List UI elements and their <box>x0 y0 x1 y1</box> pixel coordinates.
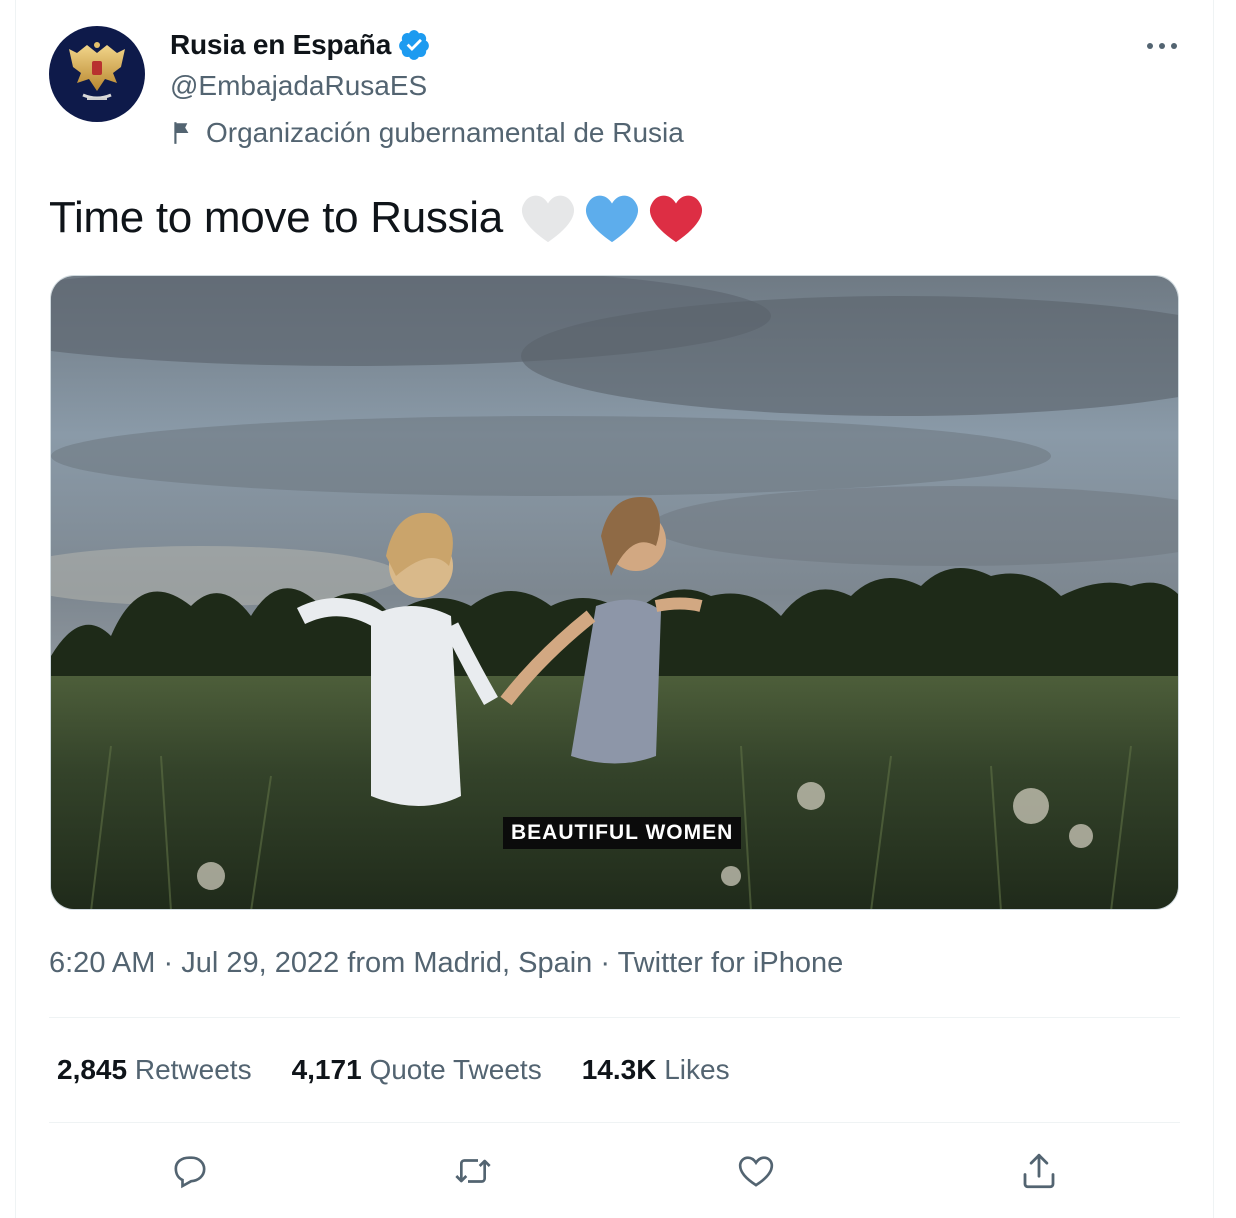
quote-tweets-label: Quote Tweets <box>369 1054 542 1085</box>
tweet-text-content: Time to move to Russia <box>49 193 503 242</box>
government-label[interactable]: Organización gubernamental de Rusia <box>170 117 684 149</box>
red-heart-icon <box>649 195 702 243</box>
verified-badge-icon <box>397 28 431 62</box>
coat-of-arms-icon <box>69 42 125 100</box>
likes-stat[interactable]: 14.3K Likes <box>582 1054 730 1086</box>
meta-separator: · <box>600 947 611 979</box>
divider <box>49 1017 1180 1018</box>
heart-emojis <box>519 192 705 244</box>
white-heart-icon <box>521 195 574 243</box>
tweet-date: Jul 29, 2022 <box>181 947 340 979</box>
likes-label: Likes <box>664 1054 730 1085</box>
tweet-text: Time to move to Russia <box>49 192 705 244</box>
retweets-label: Retweets <box>134 1054 252 1085</box>
tweet-time: 6:20 AM <box>49 947 156 979</box>
flag-icon <box>174 122 189 144</box>
retweets-count: 2,845 <box>57 1054 128 1085</box>
divider <box>49 1122 1180 1123</box>
government-label-text: Organización gubernamental de Rusia <box>206 117 684 148</box>
like-icon[interactable] <box>733 1148 779 1194</box>
video-caption: BEAUTIFUL WOMEN <box>503 817 742 849</box>
quote-tweets-stat[interactable]: 4,171 Quote Tweets <box>292 1054 542 1086</box>
quote-tweets-count: 4,171 <box>291 1054 362 1085</box>
retweets-stat[interactable]: 2,845 Retweets <box>57 1054 252 1086</box>
tweet-video[interactable]: BEAUTIFUL WOMEN <box>50 275 1179 910</box>
reply-icon[interactable] <box>167 1148 213 1194</box>
likes-count: 14.3K <box>581 1054 657 1085</box>
profile-avatar[interactable] <box>49 26 145 122</box>
video-frame <box>51 276 1178 909</box>
tweet-meta: 6:20 AM · Jul 29, 2022 from Madrid, Spai… <box>49 947 843 980</box>
tweet-stats: 2,845 Retweets 4,171 Quote Tweets 14.3K … <box>57 1054 730 1086</box>
account-handle[interactable]: @EmbajadaRusaES <box>170 70 427 102</box>
tweet-source-link[interactable]: Twitter for iPhone <box>618 947 844 979</box>
meta-separator: · <box>163 947 174 979</box>
share-icon[interactable] <box>1016 1148 1062 1194</box>
blue-heart-icon <box>585 195 638 243</box>
display-name[interactable]: Rusia en España <box>170 29 391 61</box>
retweet-icon[interactable] <box>450 1148 496 1194</box>
tweet-time-link[interactable]: 6:20 AM · Jul 29, 2022 <box>49 947 339 979</box>
tweet-location: from Madrid, Spain <box>347 947 593 979</box>
more-options-icon[interactable] <box>1144 34 1180 58</box>
account-name-row[interactable]: Rusia en España <box>170 28 431 62</box>
